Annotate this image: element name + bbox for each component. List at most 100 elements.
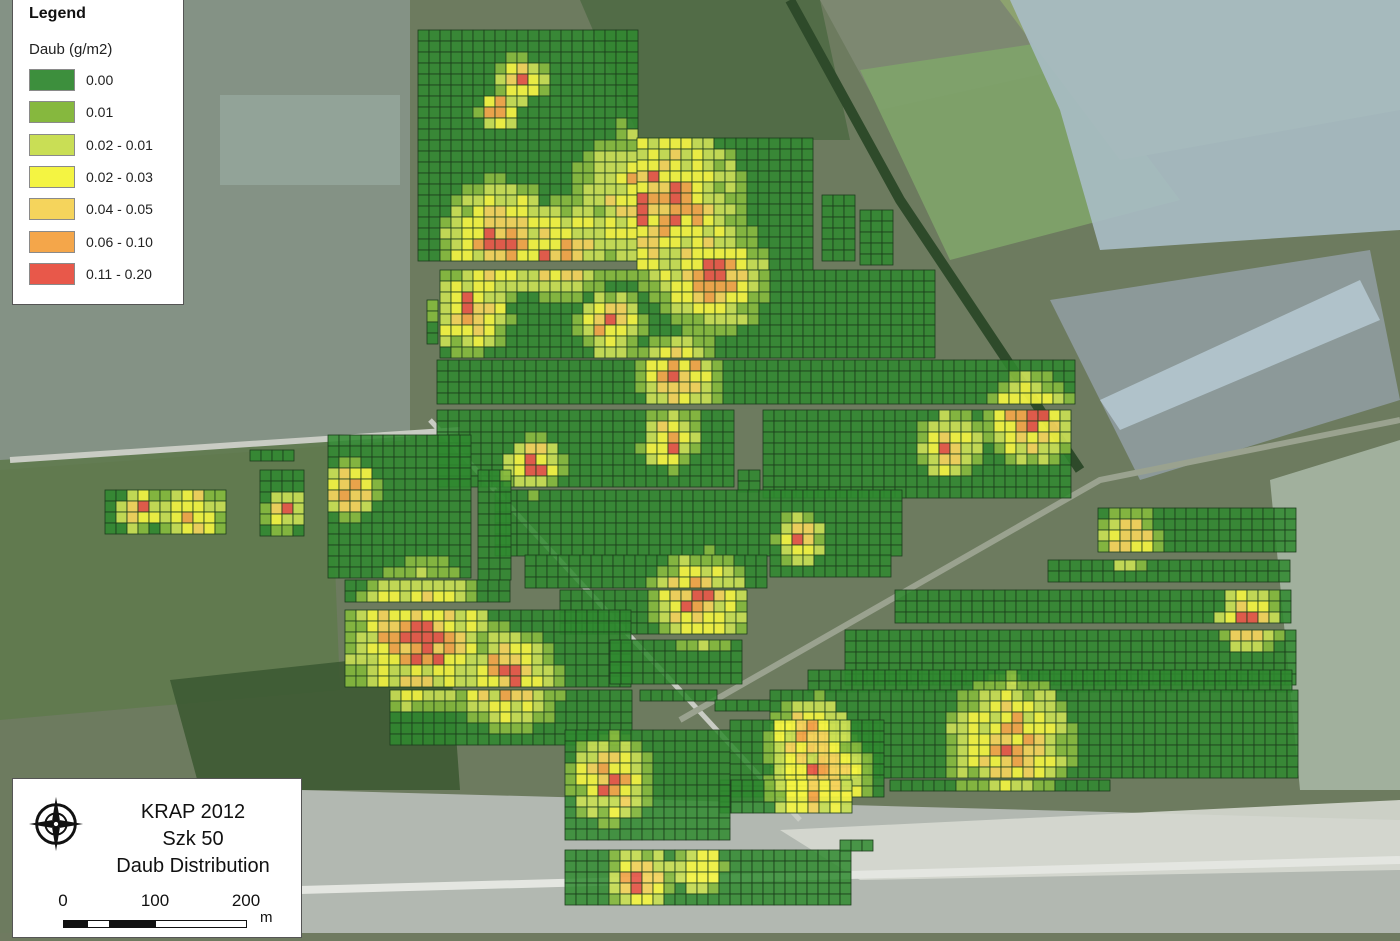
grid-cell xyxy=(465,664,478,677)
grid-cell xyxy=(868,500,881,513)
grid-cell xyxy=(1019,370,1032,383)
grid-cell xyxy=(1132,744,1145,757)
grid-cell xyxy=(718,893,731,906)
grid-cell xyxy=(647,258,660,271)
grid-cell xyxy=(1130,507,1143,520)
grid-cell xyxy=(707,817,720,830)
grid-cell xyxy=(839,453,852,466)
grid-cell xyxy=(560,544,573,557)
grid-cell xyxy=(483,324,496,337)
grid-cell xyxy=(433,700,446,713)
grid-cell xyxy=(458,359,471,372)
grid-cell xyxy=(960,431,973,444)
grid-cell xyxy=(626,238,639,251)
grid-cell xyxy=(960,464,973,477)
grid-cell xyxy=(828,849,841,862)
grid-cell xyxy=(494,183,507,196)
grid-cell xyxy=(722,370,735,383)
grid-cell xyxy=(813,302,826,315)
grid-cell xyxy=(516,522,529,535)
grid-cell xyxy=(619,773,632,786)
grid-cell xyxy=(535,381,548,394)
grid-cell xyxy=(472,161,485,174)
grid-cell xyxy=(549,324,562,337)
grid-cell xyxy=(571,161,584,174)
grid-cell xyxy=(1181,669,1194,682)
grid-cell xyxy=(494,73,507,86)
grid-cell xyxy=(960,442,973,455)
grid-cell xyxy=(821,227,834,240)
grid-cell xyxy=(126,489,139,502)
grid-cell xyxy=(281,502,294,515)
grid-cell xyxy=(943,651,956,664)
grid-cell xyxy=(389,700,402,713)
grid-cell xyxy=(476,579,489,592)
grid-cell xyxy=(1042,651,1055,664)
grid-cell xyxy=(560,172,573,185)
grid-cell xyxy=(593,73,606,86)
grid-cell xyxy=(1169,600,1182,613)
grid-cell xyxy=(887,392,900,405)
grid-cell xyxy=(817,860,830,873)
grid-cell xyxy=(669,600,682,613)
grid-cell xyxy=(516,280,529,293)
grid-cell xyxy=(713,181,726,194)
grid-cell xyxy=(571,324,584,337)
grid-cell xyxy=(608,817,621,830)
grid-cell xyxy=(560,194,573,207)
grid-cell xyxy=(790,236,803,249)
grid-cell xyxy=(509,653,522,666)
grid-cell xyxy=(758,500,771,513)
grid-cell xyxy=(410,664,423,677)
grid-cell xyxy=(971,420,984,433)
grid-cell xyxy=(560,302,573,315)
grid-cell xyxy=(292,524,305,537)
grid-cell xyxy=(483,128,496,141)
grid-cell xyxy=(461,62,474,75)
grid-cell xyxy=(477,733,490,746)
grid-cell xyxy=(203,511,216,524)
grid-cell xyxy=(769,346,782,359)
grid-cell xyxy=(865,359,878,372)
grid-cell xyxy=(516,183,529,196)
grid-cell xyxy=(450,84,463,97)
grid-cell xyxy=(667,442,680,455)
grid-cell xyxy=(703,302,716,315)
grid-cell xyxy=(680,236,693,249)
grid-cell xyxy=(791,280,804,293)
grid-cell xyxy=(735,192,748,205)
grid-cell xyxy=(560,95,573,108)
grid-cell xyxy=(499,469,512,482)
grid-cell xyxy=(491,409,504,422)
grid-cell xyxy=(993,600,1006,613)
grid-cell xyxy=(685,762,698,775)
grid-cell xyxy=(670,313,683,326)
grid-cell xyxy=(1190,570,1203,583)
grid-cell xyxy=(762,763,775,776)
grid-cell xyxy=(661,689,674,702)
grid-cell xyxy=(791,544,804,557)
grid-cell xyxy=(1092,589,1105,602)
grid-cell xyxy=(461,106,474,119)
grid-cell xyxy=(532,722,545,735)
grid-cell xyxy=(454,579,467,592)
grid-cell xyxy=(746,258,759,271)
grid-cell xyxy=(421,642,434,655)
grid-cell xyxy=(593,324,606,337)
grid-cell xyxy=(828,453,841,466)
grid-cell xyxy=(692,544,705,557)
grid-cell xyxy=(448,489,461,502)
grid-cell xyxy=(1273,507,1286,520)
grid-cell xyxy=(879,291,892,304)
grid-cell xyxy=(713,236,726,249)
grid-cell xyxy=(967,733,980,746)
grid-cell xyxy=(1141,629,1154,642)
grid-cell xyxy=(568,442,581,455)
grid-cell xyxy=(675,661,688,674)
grid-cell xyxy=(422,733,435,746)
grid-cell xyxy=(898,359,911,372)
scale-segment xyxy=(87,920,110,928)
grid-cell xyxy=(488,700,501,713)
grid-cell xyxy=(857,335,870,348)
grid-cell xyxy=(960,611,973,624)
